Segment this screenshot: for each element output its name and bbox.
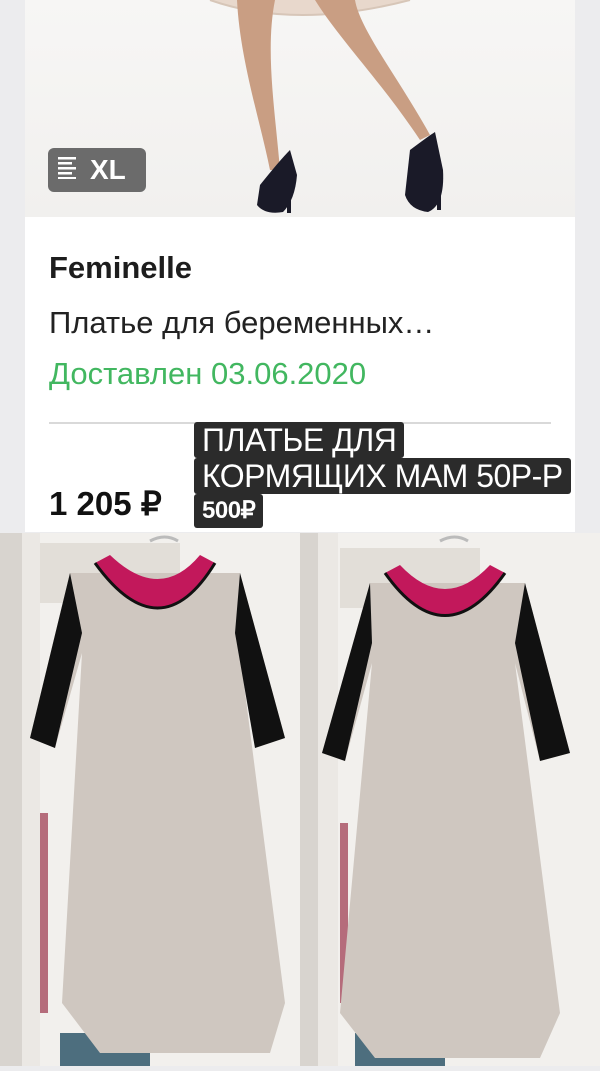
- size-label: XL: [90, 154, 126, 185]
- size-badge: XL: [48, 148, 146, 192]
- size-list-icon: [58, 154, 80, 186]
- caption-overlay: ПЛАТЬЕ ДЛЯ КОРМЯЩИХ МАМ 50Р-Р 500₽: [194, 420, 600, 530]
- caption-line-2: КОРМЯЩИХ МАМ 50Р-Р: [194, 458, 571, 494]
- product-photo[interactable]: XL: [25, 0, 575, 217]
- caption-line-1: ПЛАТЬЕ ДЛЯ: [194, 422, 405, 458]
- dress-photo-collage: [0, 533, 600, 1066]
- caption-line-3: 500₽: [194, 494, 264, 528]
- brand-name: Feminelle: [49, 250, 192, 285]
- dress-photos: [0, 533, 600, 1066]
- price: 1 205 ₽: [49, 485, 162, 522]
- delivery-status: Доставлен 03.06.2020: [49, 356, 367, 391]
- product-name[interactable]: Платье для беременных…: [49, 305, 434, 341]
